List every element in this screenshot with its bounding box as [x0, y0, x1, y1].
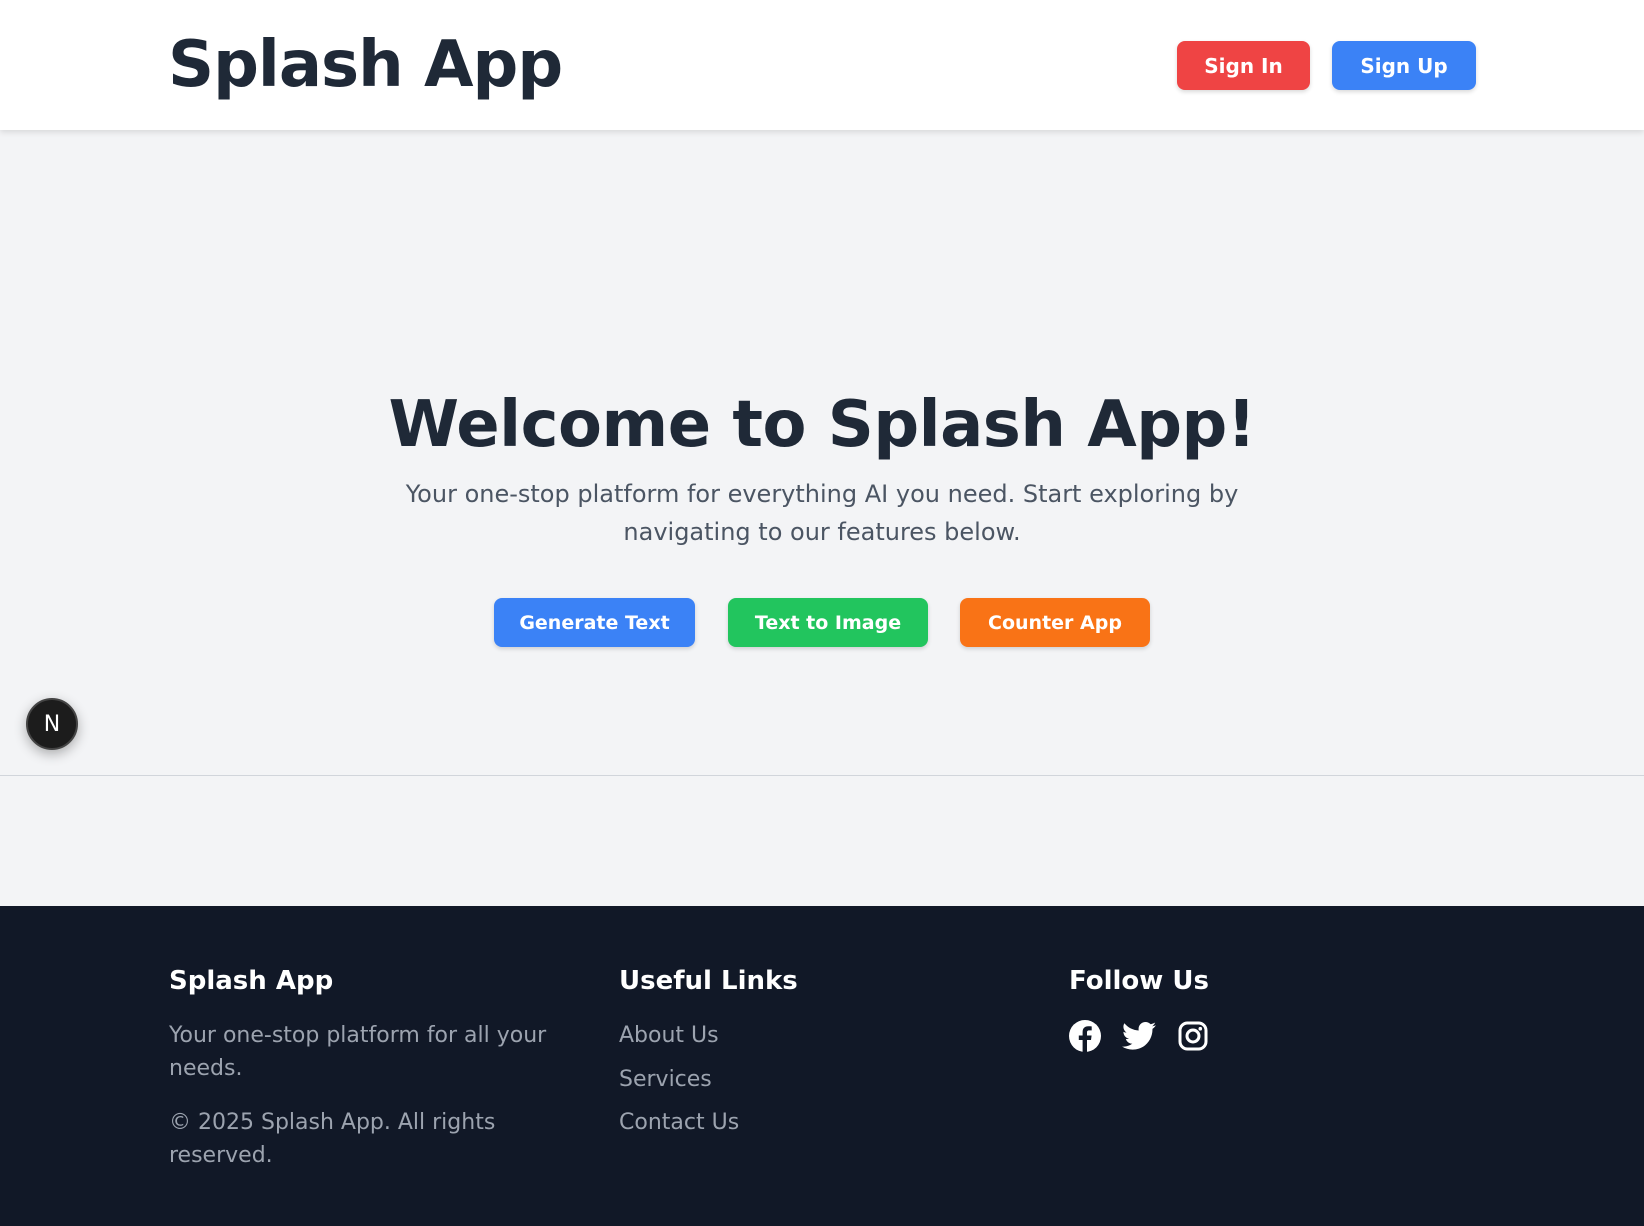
counter-app-button[interactable]: Counter App — [960, 598, 1150, 647]
hero-subtitle: Your one-stop platform for everything AI… — [405, 480, 1239, 546]
top-header: Splash App Sign In Sign Up — [0, 0, 1644, 130]
site-footer: Splash App Your one-stop platform for al… — [0, 906, 1644, 1226]
services-link[interactable]: Services — [619, 1063, 712, 1096]
contact-us-link[interactable]: Contact Us — [619, 1106, 739, 1139]
section-divider — [0, 775, 1644, 776]
sign-up-button[interactable]: Sign Up — [1332, 41, 1476, 90]
instagram-icon[interactable] — [1176, 1019, 1210, 1053]
follow-us-title: Follow Us — [1069, 966, 1209, 996]
text-to-image-button[interactable]: Text to Image — [728, 598, 928, 647]
hero-title: Welcome to Splash App! — [388, 388, 1256, 462]
sign-in-button[interactable]: Sign In — [1177, 41, 1310, 90]
twitter-icon[interactable] — [1122, 1019, 1156, 1053]
generate-text-button[interactable]: Generate Text — [494, 598, 695, 647]
useful-links-title: Useful Links — [619, 966, 798, 996]
footer-tagline: Your one-stop platform for all your need… — [169, 1023, 547, 1081]
nextjs-dev-badge[interactable]: N — [26, 698, 78, 750]
facebook-icon[interactable] — [1068, 1019, 1102, 1053]
footer-copyright: © 2025 Splash App. All rights reserved. — [169, 1110, 496, 1168]
app-logo[interactable]: Splash App — [168, 26, 563, 104]
about-us-link[interactable]: About Us — [619, 1019, 719, 1052]
footer-brand-title: Splash App — [169, 966, 334, 996]
